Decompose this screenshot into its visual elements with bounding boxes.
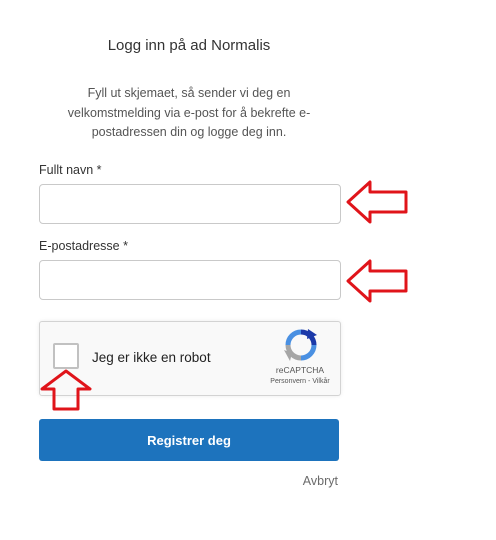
arrow-left-icon bbox=[346, 180, 408, 224]
recaptcha-checkbox[interactable] bbox=[53, 343, 79, 369]
recaptcha-brand: reCAPTCHA bbox=[275, 365, 325, 375]
email-input[interactable] bbox=[39, 260, 341, 300]
recaptcha-label: Jeg er ikke en robot bbox=[92, 350, 211, 365]
email-label: E-postadresse * bbox=[39, 239, 128, 253]
cancel-link[interactable]: Avbryt bbox=[290, 474, 338, 488]
recaptcha-logo-icon bbox=[284, 329, 317, 361]
full-name-input[interactable] bbox=[39, 184, 341, 224]
arrow-left-icon bbox=[346, 259, 408, 303]
recaptcha-links: Personvern - Vilkår bbox=[252, 378, 348, 385]
recaptcha-privacy-link[interactable]: Personvern bbox=[270, 378, 306, 385]
recaptcha-terms-link[interactable]: Vilkår bbox=[312, 378, 329, 385]
intro-text: Fyll ut skjemaet, så sender vi deg en ve… bbox=[67, 86, 311, 139]
full-name-label: Fullt navn * bbox=[39, 163, 102, 177]
register-button[interactable]: Registrer deg bbox=[39, 419, 339, 461]
page-title: Logg inn på ad Normalis bbox=[107, 37, 271, 54]
arrow-up-icon bbox=[40, 369, 92, 411]
